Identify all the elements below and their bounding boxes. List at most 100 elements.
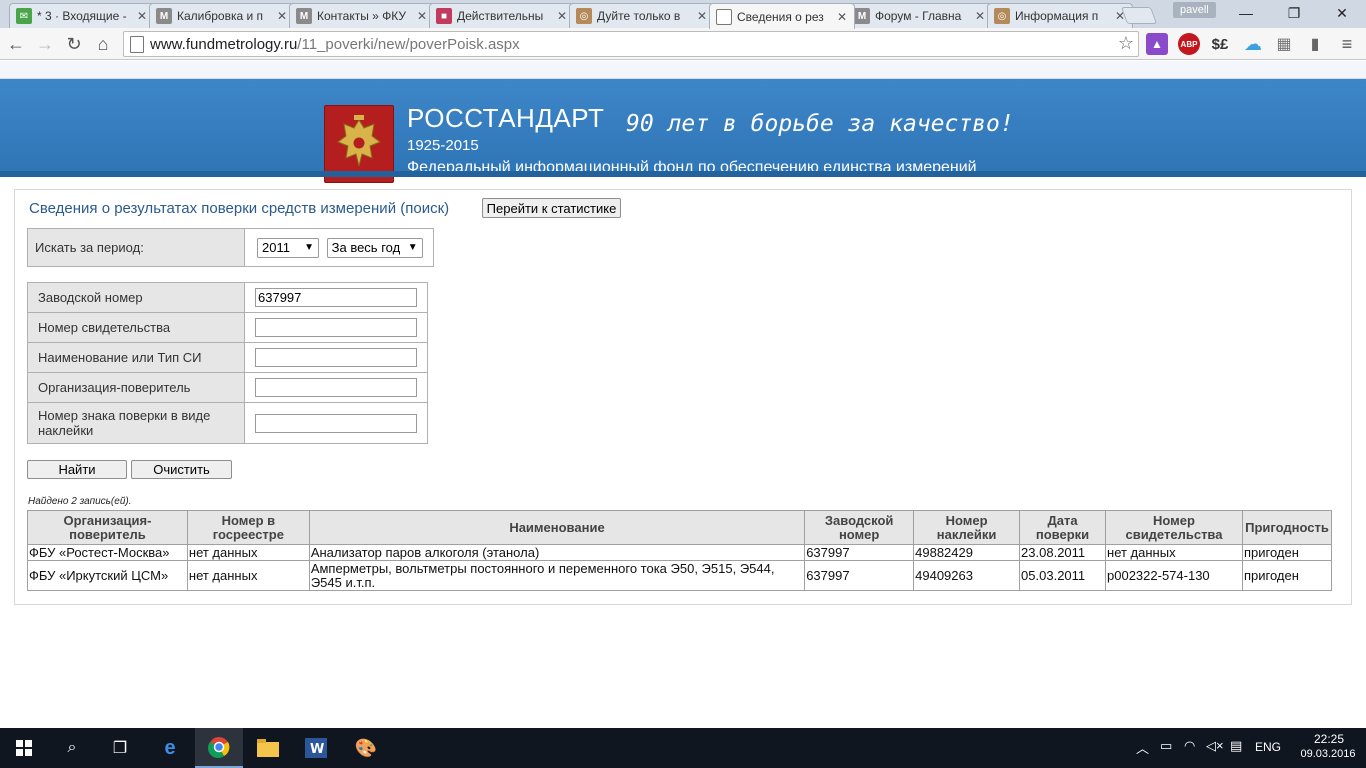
results-count: Найдено 2 запись(ей). (28, 496, 132, 507)
close-icon[interactable]: ✕ (416, 9, 428, 23)
windows-start-icon[interactable] (0, 728, 48, 768)
word-icon[interactable]: W (292, 728, 340, 768)
sticker-number-input[interactable] (255, 413, 417, 433)
chrome-icon[interactable] (195, 728, 243, 768)
serial-number-input[interactable] (255, 288, 417, 307)
table-cell: 49409263 (913, 560, 1021, 591)
tab-strip: ✉ * 3 · Входящие - ✕ M Калибровка и п ✕ … (0, 0, 1366, 29)
volume-icon[interactable]: ◁× (1206, 738, 1224, 754)
reload-icon[interactable]: ↻ (62, 32, 86, 56)
instrument-name-input[interactable] (255, 348, 417, 367)
tab-info[interactable]: ◎ Информация п ✕ (987, 3, 1133, 28)
column-header: Заводской номер (804, 510, 915, 545)
clock-time[interactable]: 22:25 (1306, 732, 1352, 746)
tab-inbox[interactable]: ✉ * 3 · Входящие - ✕ (9, 3, 155, 28)
table-cell: пригоден (1241, 560, 1333, 591)
dropdown-arrow-icon: ▼ (304, 241, 314, 253)
bookmark-ext-icon[interactable]: ▮ (1304, 33, 1326, 55)
table-cell: 637997 (804, 560, 915, 591)
close-icon[interactable]: ✕ (696, 9, 708, 23)
table-cell: нет данных (186, 560, 310, 591)
column-header: Номер в госреестре (186, 510, 310, 545)
close-window-button[interactable]: ✕ (1322, 2, 1362, 24)
search-icon[interactable]: ⌕ (48, 728, 96, 768)
battery-icon[interactable]: ▭ (1160, 738, 1172, 754)
column-header: Номер свидетельства (1105, 510, 1243, 545)
file-explorer-icon[interactable] (244, 728, 292, 768)
table-cell: 637997 (804, 544, 915, 561)
find-button[interactable]: Найти (27, 460, 127, 479)
restore-button[interactable]: ❐ (1274, 2, 1314, 24)
close-icon[interactable]: ✕ (556, 9, 568, 23)
menu-icon[interactable]: ≡ (1336, 33, 1358, 55)
new-tab-button[interactable] (1120, 7, 1158, 24)
serial-number-label: Заводской номер (27, 282, 245, 313)
search-form: Заводской номер Номер свидетельства Наим… (27, 282, 428, 444)
tab-forum[interactable]: M Форум - Главна ✕ (847, 3, 993, 28)
minimize-button[interactable]: — (1226, 2, 1266, 24)
table-cell: 49882429 (913, 544, 1021, 561)
period-select[interactable]: За весь год ▼ (326, 237, 423, 258)
year-select[interactable]: 2011 ▼ (257, 237, 319, 258)
tab-title: Информация п (1015, 9, 1099, 23)
clear-button[interactable]: Очистить (131, 460, 232, 479)
address-bar[interactable]: www.fundmetrology.ru/11_poverki/new/pove… (123, 31, 1139, 57)
table-cell: ФБУ «Ростест-Москва» (27, 544, 188, 561)
currency-ext-icon[interactable]: $£ (1209, 33, 1231, 55)
content-panel: Сведения о результатах поверки средств и… (14, 189, 1352, 605)
cloud-ext-icon[interactable]: ☁ (1242, 33, 1264, 55)
url-text[interactable]: www.fundmetrology.ru/11_poverki/new/pove… (150, 36, 520, 53)
certificate-number-input[interactable] (255, 318, 417, 337)
tab-valid[interactable]: ■ Действительны ✕ (429, 3, 575, 28)
table-cell: 23.08.2011 (1019, 544, 1107, 561)
site-icon: ■ (436, 8, 452, 24)
column-header: Номер наклейки (913, 510, 1021, 545)
dropdown-arrow-icon: ▼ (407, 241, 418, 253)
table-row[interactable]: ФБУ «Ростест-Москва» нет данных Анализат… (27, 544, 1333, 561)
instrument-name-label: Наименование или Тип СИ (27, 342, 245, 373)
tab-duyte[interactable]: ◎ Дуйте только в ✕ (569, 3, 715, 28)
home-icon[interactable]: ⌂ (91, 32, 115, 56)
puzzle-ext-icon[interactable]: ▦ (1273, 33, 1295, 55)
period-filter: Искать за период: 2011 ▼ За весь год ▼ (27, 228, 434, 267)
chevron-up-icon[interactable]: ︿ (1136, 738, 1149, 757)
organization-input[interactable] (255, 378, 417, 397)
tab-title: Действительны (457, 9, 544, 23)
certificate-number-label: Номер свидетельства (27, 312, 245, 343)
table-cell: ФБУ «Иркутский ЦСМ» (27, 560, 188, 591)
forward-arrow-icon[interactable]: → (33, 32, 57, 56)
star-icon[interactable]: ☆ (1118, 33, 1134, 54)
notifications-icon[interactable]: ▤ (1230, 738, 1242, 754)
adblock-icon[interactable]: ABP (1178, 33, 1200, 55)
close-icon[interactable]: ✕ (136, 9, 148, 23)
forum-m-icon: M (156, 8, 172, 24)
tab-title: Сведения о рез (737, 9, 824, 24)
table-row[interactable]: ФБУ «Иркутский ЦСМ» нет данных Амперметр… (27, 560, 1333, 591)
close-icon[interactable]: ✕ (276, 9, 288, 23)
column-header: Организация-поверитель (27, 510, 188, 545)
close-icon[interactable]: ✕ (974, 9, 986, 23)
back-arrow-icon[interactable]: ← (4, 32, 28, 56)
profile-badge[interactable]: pavell (1173, 2, 1216, 18)
statistics-button[interactable]: Перейти к статистике (482, 198, 621, 218)
mail-icon: ✉ (16, 8, 32, 24)
page-icon (130, 36, 144, 53)
language-indicator[interactable]: ENG (1255, 740, 1281, 754)
period-label: Искать за период: (27, 228, 245, 267)
browser-toolbar: ← → ↻ ⌂ www.fundmetrology.ru/11_poverki/… (0, 28, 1366, 60)
tab-contacts[interactable]: M Контакты » ФКУ ✕ (289, 3, 435, 28)
brand-slogan: 90 лет в борьбе за качество! (626, 111, 1014, 137)
brand-years: 1925-2015 (407, 137, 479, 154)
column-header: Пригодность (1241, 510, 1333, 545)
taskbar: ⌕ ❐ e W 🎨 ︿ ▭ ◠ ◁× ▤ ENG 22:25 09.03.201… (0, 728, 1366, 768)
close-icon[interactable]: ✕ (836, 10, 848, 24)
results-header-row: Организация-поверитель Номер в госреестр… (27, 510, 1333, 545)
purple-ext-icon[interactable]: ▲ (1146, 33, 1168, 55)
paint-icon[interactable]: 🎨 (342, 728, 390, 768)
task-view-icon[interactable]: ❐ (96, 728, 144, 768)
wifi-icon[interactable]: ◠ (1184, 738, 1195, 754)
clock-date[interactable]: 09.03.2016 (1296, 748, 1360, 760)
tab-calibration[interactable]: M Калибровка и п ✕ (149, 3, 295, 28)
edge-icon[interactable]: e (146, 728, 194, 768)
tab-active-svedeniya[interactable]: Сведения о рез ✕ (709, 3, 855, 29)
